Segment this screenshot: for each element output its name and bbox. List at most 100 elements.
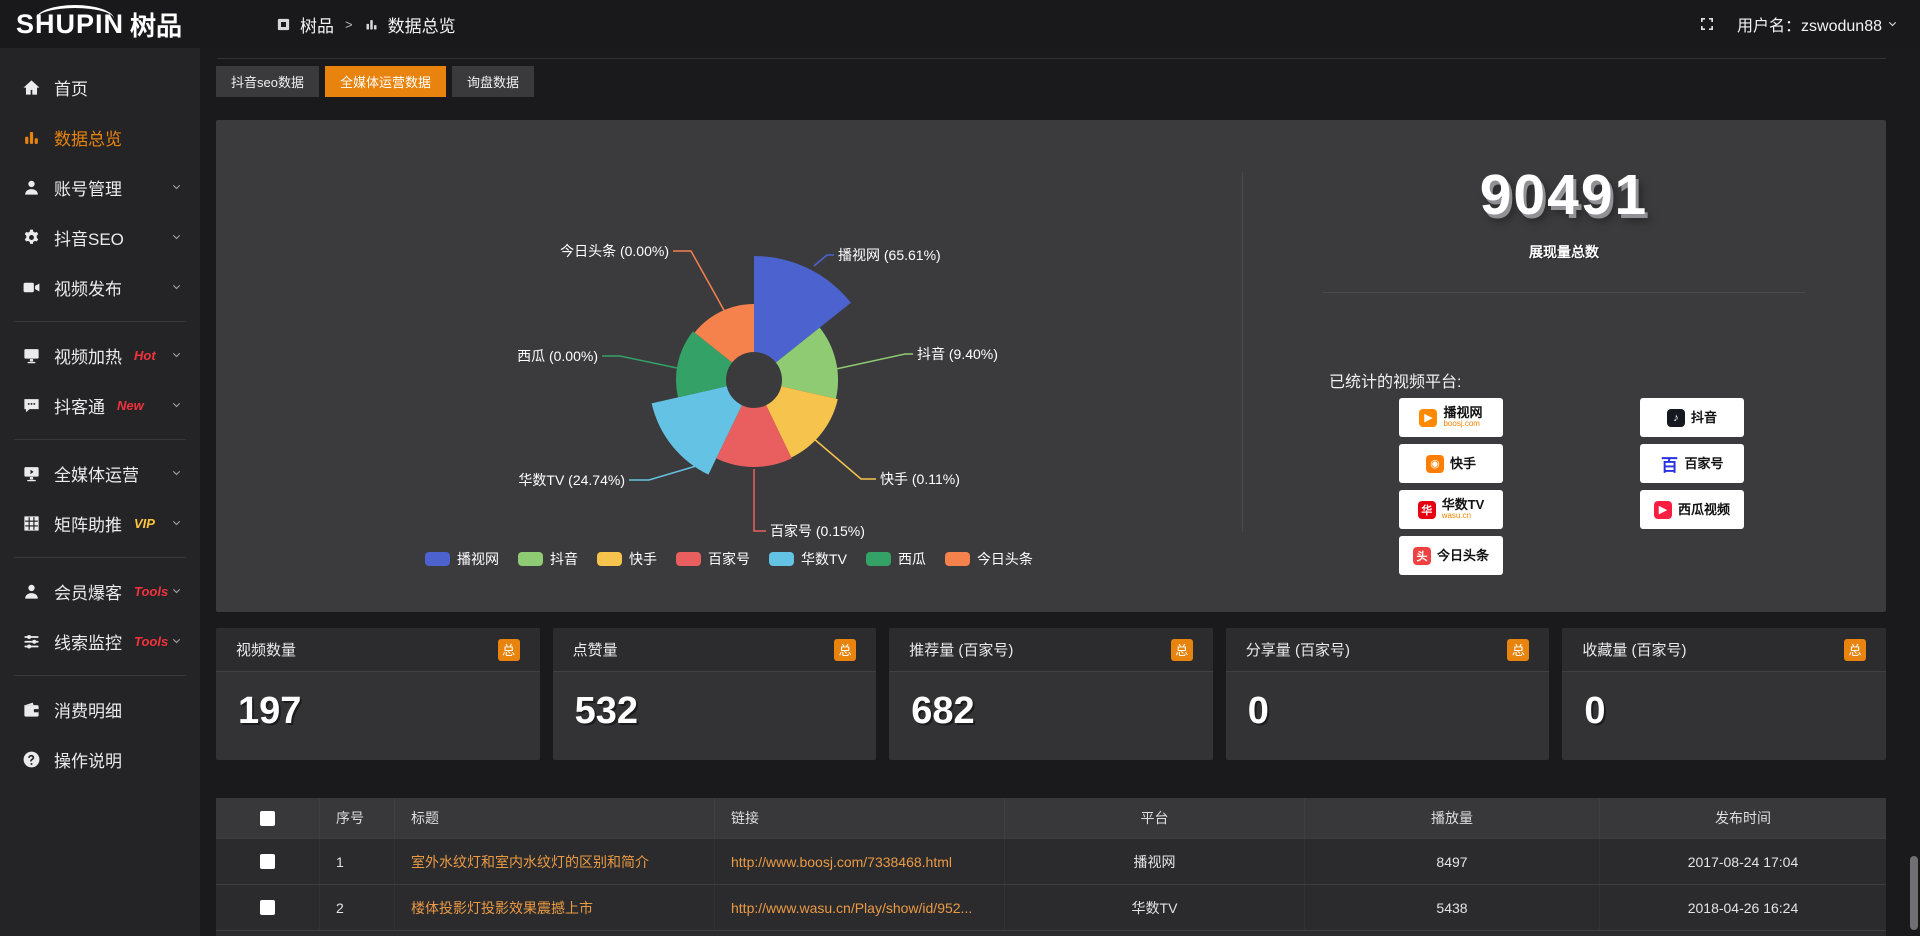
sidebar-item-label: 首页 [54,75,88,100]
select-all-checkbox[interactable] [260,811,275,826]
sidebar-item-douketong[interactable]: 抖客通 New [0,380,200,430]
legend-item-6[interactable]: 今日头条 [945,549,1033,569]
table-cell: 楼体投影灯投影效果震撼上市 [395,885,715,930]
logo: SHUPIN 树品 [16,0,182,48]
sidebar-divider [14,557,186,558]
legend-item-0[interactable]: 播视网 [425,549,499,569]
chart-bars-icon [22,128,41,147]
chart-legend: 播视网 抖音快手百家号 华数TV 西瓜 今日头条 [216,549,1242,569]
app-root: SHUPIN 树品 树品 > 数据总览 用户名：zswodun88 首页数据总览… [0,0,1920,936]
sidebar-item-douyin-seo[interactable]: 抖音SEO [0,212,200,262]
legend-swatch [676,552,701,566]
tab-media-operation-data[interactable]: 全媒体运营数据 [325,66,446,97]
pie-label-3: 百家号 (0.15%) [770,523,865,539]
legend-label: 今日头条 [977,549,1033,569]
platform-badge-column-right: ♪抖音百百家号▶西瓜视频 [1640,398,1744,529]
sidebar-item-lead-monitor[interactable]: 线索监控Tools [0,616,200,666]
sidebar-item-badge: VIP [134,516,155,531]
wallet-icon [22,700,41,719]
table-cell [216,839,320,884]
sidebar-divider [14,439,186,440]
sidebar-item-badge: New [117,398,144,413]
stat-card-label: 推荐量 (百家号) [909,639,1013,660]
pie-label-line-0 [814,255,834,266]
table-header-cell: 链接 [715,798,1005,838]
breadcrumb-home[interactable]: 树品 [300,12,334,37]
sidebar-item-badge: Tools [134,584,168,599]
sidebar-item-home[interactable]: 首页 [0,62,200,112]
legend-label: 抖音 [550,549,578,569]
sidebar-item-account-manage[interactable]: 账号管理 [0,162,200,212]
platform-badge-0-1: ◉快手 [1399,444,1503,483]
sidebar-item-badge: Tools [134,634,168,649]
user-menu[interactable]: 用户名：zswodun88 [1737,12,1898,36]
table-header-cell: 标题 [395,798,715,838]
table-row-clipped [216,930,1886,936]
stat-card-value: 682 [889,672,1213,733]
platform-name: 西瓜视频 [1678,503,1730,517]
stat-card-header: 视频数量总 [216,628,540,672]
pie-label-5: 西瓜 (0.00%) [517,348,598,364]
total-badge[interactable]: 总 [1507,639,1529,661]
sidebar-item-video-heat[interactable]: 视频加热Hot [0,330,200,380]
table-header-cell: 播放量 [1305,798,1600,838]
platform-name: 百家号 [1684,457,1723,471]
legend-item-1[interactable]: 抖音 [518,549,578,569]
video-title-link[interactable]: 楼体投影灯投影效果震撼上市 [411,898,593,918]
sidebar-item-matrix-boost[interactable]: 矩阵助推VIP [0,498,200,548]
sidebar-item-label: 视频发布 [54,275,122,300]
sidebar-item-expense-detail[interactable]: 消费明细 [0,684,200,734]
platform-domain: wasu.cn [1442,512,1485,520]
legend-item-2[interactable]: 快手 [597,549,657,569]
legend-item-4[interactable]: 华数TV [769,549,847,569]
stat-card-header: 分享量 (百家号)总 [1226,628,1550,672]
table-cell: 室外水纹灯和室内水纹灯的区别和简介 [395,839,715,884]
sidebar-item-video-publish[interactable]: 视频发布 [0,262,200,312]
stat-cards-row: 视频数量总197点赞量总532推荐量 (百家号)总682分享量 (百家号)总0收… [216,628,1886,760]
stat-card-header: 收藏量 (百家号)总 [1562,628,1886,672]
row-checkbox[interactable] [260,900,275,915]
tab-inquiry-data[interactable]: 询盘数据 [452,66,534,97]
sidebar-item-data-overview[interactable]: 数据总览 [0,112,200,162]
pie-label-6: 今日头条 (0.00%) [560,243,669,259]
summary-panel: 90491 展现量总数 已统计的视频平台: ▶播视网boosj.com◉快手华华… [1242,120,1886,612]
pie-label-line-2 [813,438,876,479]
total-badge[interactable]: 总 [1171,639,1193,661]
scrollbar-thumb[interactable] [1910,856,1918,930]
table-cell: 播视网 [1005,839,1305,884]
sidebar-divider [14,321,186,322]
row-checkbox[interactable] [260,854,275,869]
chart-panel: 播视网 (65.61%)抖音 (9.40%)快手 (0.11%)百家号 (0.1… [216,120,1886,612]
pie-label-0: 播视网 (65.61%) [838,247,941,263]
breadcrumb-separator: > [345,17,353,32]
screen-icon [22,464,41,483]
legend-item-5[interactable]: 西瓜 [866,549,926,569]
legend-item-3[interactable]: 百家号 [676,549,750,569]
sidebar-item-media-operation[interactable]: 全媒体运营 [0,448,200,498]
sidebar-item-label: 抖客通 [54,393,105,418]
total-badge[interactable]: 总 [1844,639,1866,661]
sidebar-item-member-burst[interactable]: 会员爆客Tools [0,566,200,616]
total-badge[interactable]: 总 [834,639,856,661]
video-url-link[interactable]: http://www.boosj.com/7338468.html [731,854,952,870]
total-badge[interactable]: 总 [498,639,520,661]
breadcrumb: 树品 > 数据总览 [276,0,456,48]
table-cell: 8497 [1305,839,1600,884]
sidebar: 首页数据总览账号管理抖音SEO 视频发布视频加热Hot 抖客通 New 全媒体运营矩阵助… [0,48,200,936]
platform-name: 播视网 [1443,406,1482,420]
legend-label: 西瓜 [898,549,926,569]
legend-label: 华数TV [801,549,847,569]
videos-table: 序号标题链接平台播放量发布时间1室外水纹灯和室内水纹灯的区别和简介http://… [216,798,1886,936]
chevron-down-icon [1887,19,1898,30]
table-cell: http://www.wasu.cn/Play/show/id/952... [715,885,1005,930]
breadcrumb-home-icon [276,17,291,32]
table-cell: 1 [320,839,395,884]
pie-label-line-1 [836,354,913,369]
video-icon [22,278,41,297]
video-title-link[interactable]: 室外水纹灯和室内水纹灯的区别和简介 [411,852,649,872]
fullscreen-icon[interactable] [1699,16,1715,32]
sidebar-item-label: 全媒体运营 [54,461,139,486]
tab-douyin-seo-data[interactable]: 抖音seo数据 [216,66,319,97]
sidebar-item-instructions[interactable]: 操作说明 [0,734,200,784]
video-url-link[interactable]: http://www.wasu.cn/Play/show/id/952... [731,900,972,916]
